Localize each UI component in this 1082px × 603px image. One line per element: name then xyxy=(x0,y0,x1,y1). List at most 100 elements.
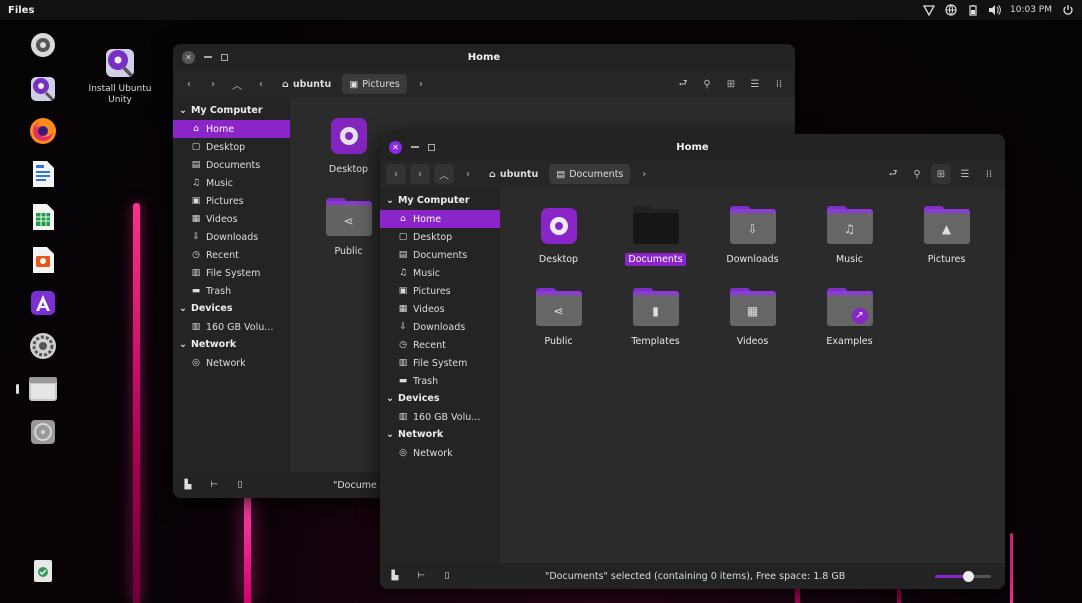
file-tile-downloads[interactable]: ⇩ Downloads xyxy=(704,206,801,266)
breadcrumb-right-button[interactable]: › xyxy=(634,164,654,184)
sidebar-item-downloads[interactable]: ⇩ Downloads xyxy=(173,228,290,246)
icon-view-button[interactable]: ⊞ xyxy=(931,164,951,184)
sidebar-item-volume[interactable]: ▥ 160 GB Volu... xyxy=(173,318,290,336)
file-tile-music[interactable]: ♫ Music xyxy=(801,206,898,266)
breadcrumb-current[interactable]: ▤ Documents xyxy=(549,164,631,184)
file-tile-examples[interactable]: ↗ Examples xyxy=(801,288,898,348)
sidebar-item-videos[interactable]: ▦ Videos xyxy=(173,210,290,228)
sidebar-item-network[interactable]: ◎ Network xyxy=(173,354,290,372)
file-tile-templates[interactable]: ▮ Templates xyxy=(607,288,704,348)
breadcrumb-root[interactable]: ⌂ ubuntu xyxy=(275,74,338,94)
sidebar-item-documents[interactable]: ▤ Documents xyxy=(380,246,500,264)
minimize-button[interactable] xyxy=(204,56,212,58)
back-button[interactable]: ‹ xyxy=(179,74,199,94)
file-tile-pictures[interactable]: ▲ Pictures xyxy=(898,206,995,266)
window-titlebar[interactable]: ✕ Home xyxy=(173,44,795,70)
up-button[interactable]: ︿ xyxy=(227,74,247,94)
breadcrumb-current[interactable]: ▣ Pictures xyxy=(342,74,407,94)
sidebar-section-network[interactable]: ⌄ Network xyxy=(173,336,290,354)
dock-disk-utility[interactable] xyxy=(26,28,60,62)
places-toggle-button[interactable]: ▙ xyxy=(388,570,402,582)
sidebar-item-home[interactable]: ⌂ Home xyxy=(380,210,500,228)
dock-calc[interactable] xyxy=(26,200,60,234)
tree-toggle-button[interactable]: ⊢ xyxy=(207,479,221,491)
up-button[interactable]: ︿ xyxy=(434,164,454,184)
sidebar-section-devices[interactable]: ⌄ Devices xyxy=(380,390,500,408)
sidebar-item-network[interactable]: ◎ Network xyxy=(380,444,500,462)
active-app-name[interactable]: Files xyxy=(8,5,34,16)
sidebar-item-recent[interactable]: ◷ Recent xyxy=(380,336,500,354)
sidebar-item-pictures[interactable]: ▣ Pictures xyxy=(380,282,500,300)
compact-view-button[interactable]: ⁞⁞ xyxy=(769,74,789,94)
dock-firefox[interactable] xyxy=(26,114,60,148)
sidebar-item-music[interactable]: ♫ Music xyxy=(380,264,500,282)
maximize-button[interactable] xyxy=(221,53,228,61)
file-tile-videos[interactable]: ▦ Videos xyxy=(704,288,801,348)
breadcrumb-left-button[interactable]: ‹ xyxy=(458,164,478,184)
desktop-icon-install-ubuntu[interactable]: Install Ubuntu Unity xyxy=(80,44,160,106)
sidebar-section-my-computer[interactable]: ⌄ My Computer xyxy=(380,192,500,210)
list-view-button[interactable]: ☰ xyxy=(745,74,765,94)
window-titlebar[interactable]: ✕ Home xyxy=(380,134,1005,160)
file-tile-public[interactable]: ⋖ Public xyxy=(510,288,607,348)
dock-app-center[interactable] xyxy=(26,286,60,320)
sidebar-item-desktop[interactable]: ▢ Desktop xyxy=(173,138,290,156)
search-button[interactable]: ⚲ xyxy=(697,74,717,94)
hide-sidebar-button[interactable]: ▯ xyxy=(233,479,247,491)
sidebar-item-documents[interactable]: ▤ Documents xyxy=(173,156,290,174)
breadcrumb-root[interactable]: ⌂ ubuntu xyxy=(482,164,545,184)
sidebar-item-music[interactable]: ♫ Music xyxy=(173,174,290,192)
dock-impress[interactable] xyxy=(26,243,60,277)
path-toggle-button[interactable]: ⮐ xyxy=(883,164,903,184)
sidebar-item-file-system[interactable]: ▥ File System xyxy=(173,264,290,282)
file-tile-desktop[interactable]: Desktop xyxy=(510,206,607,266)
power-icon[interactable] xyxy=(1061,4,1074,17)
forward-button[interactable]: › xyxy=(203,74,223,94)
forward-button[interactable]: › xyxy=(410,164,430,184)
dock-optical-drive[interactable] xyxy=(26,415,60,449)
close-button[interactable]: ✕ xyxy=(182,50,195,64)
sidebar-section-my-computer[interactable]: ⌄ My Computer xyxy=(173,102,290,120)
minimize-button[interactable] xyxy=(411,146,419,148)
breadcrumb-left-button[interactable]: ‹ xyxy=(251,74,271,94)
hide-sidebar-button[interactable]: ▯ xyxy=(440,570,454,582)
compact-view-button[interactable]: ⁞⁞ xyxy=(979,164,999,184)
dock-trash[interactable] xyxy=(26,554,60,588)
sidebar-item-trash[interactable]: ▬ Trash xyxy=(380,372,500,390)
zoom-slider[interactable] xyxy=(935,570,991,582)
breadcrumb-right-button[interactable]: › xyxy=(411,74,431,94)
dock-files[interactable] xyxy=(16,372,60,406)
tree-toggle-button[interactable]: ⊢ xyxy=(414,570,428,582)
maximize-button[interactable] xyxy=(428,143,435,151)
clock[interactable]: 10:03 PM xyxy=(1010,5,1052,15)
sidebar-item-home[interactable]: ⌂ Home xyxy=(173,120,290,138)
system-tray[interactable]: 10:03 PM xyxy=(922,4,1074,17)
dock-install-ubuntu[interactable] xyxy=(26,71,60,105)
sidebar-section-network[interactable]: ⌄ Network xyxy=(380,426,500,444)
zoom-slider-knob[interactable] xyxy=(963,570,975,582)
sidebar-item-desktop[interactable]: ▢ Desktop xyxy=(380,228,500,246)
close-button[interactable]: ✕ xyxy=(389,140,402,154)
file-tile-documents[interactable]: Documents xyxy=(607,206,704,266)
path-toggle-button[interactable]: ⮐ xyxy=(673,74,693,94)
sidebar-item-file-system[interactable]: ▥ File System xyxy=(380,354,500,372)
places-toggle-button[interactable]: ▙ xyxy=(181,479,195,491)
list-view-button[interactable]: ☰ xyxy=(955,164,975,184)
sidebar-item-downloads[interactable]: ⇩ Downloads xyxy=(380,318,500,336)
icon-view-button[interactable]: ⊞ xyxy=(721,74,741,94)
dock-writer[interactable] xyxy=(26,157,60,191)
sidebar-item-trash[interactable]: ▬ Trash xyxy=(173,282,290,300)
search-button[interactable]: ⚲ xyxy=(907,164,927,184)
globe-icon[interactable] xyxy=(944,4,957,17)
sidebar-item-volume[interactable]: ▥ 160 GB Volu... xyxy=(380,408,500,426)
dock-settings[interactable] xyxy=(26,329,60,363)
sidebar-item-recent[interactable]: ◷ Recent xyxy=(173,246,290,264)
sidebar-item-videos[interactable]: ▦ Videos xyxy=(380,300,500,318)
file-manager-window-front[interactable]: ✕ Home ‹ › ︿ ‹ ⌂ ubuntu ▤ Documents › ⮐ ⚲ … xyxy=(380,134,1005,589)
network-icon[interactable] xyxy=(922,4,935,17)
back-button[interactable]: ‹ xyxy=(386,164,406,184)
volume-icon[interactable] xyxy=(988,4,1001,17)
battery-icon[interactable] xyxy=(966,4,979,17)
sidebar-section-devices[interactable]: ⌄ Devices xyxy=(173,300,290,318)
sidebar-item-pictures[interactable]: ▣ Pictures xyxy=(173,192,290,210)
